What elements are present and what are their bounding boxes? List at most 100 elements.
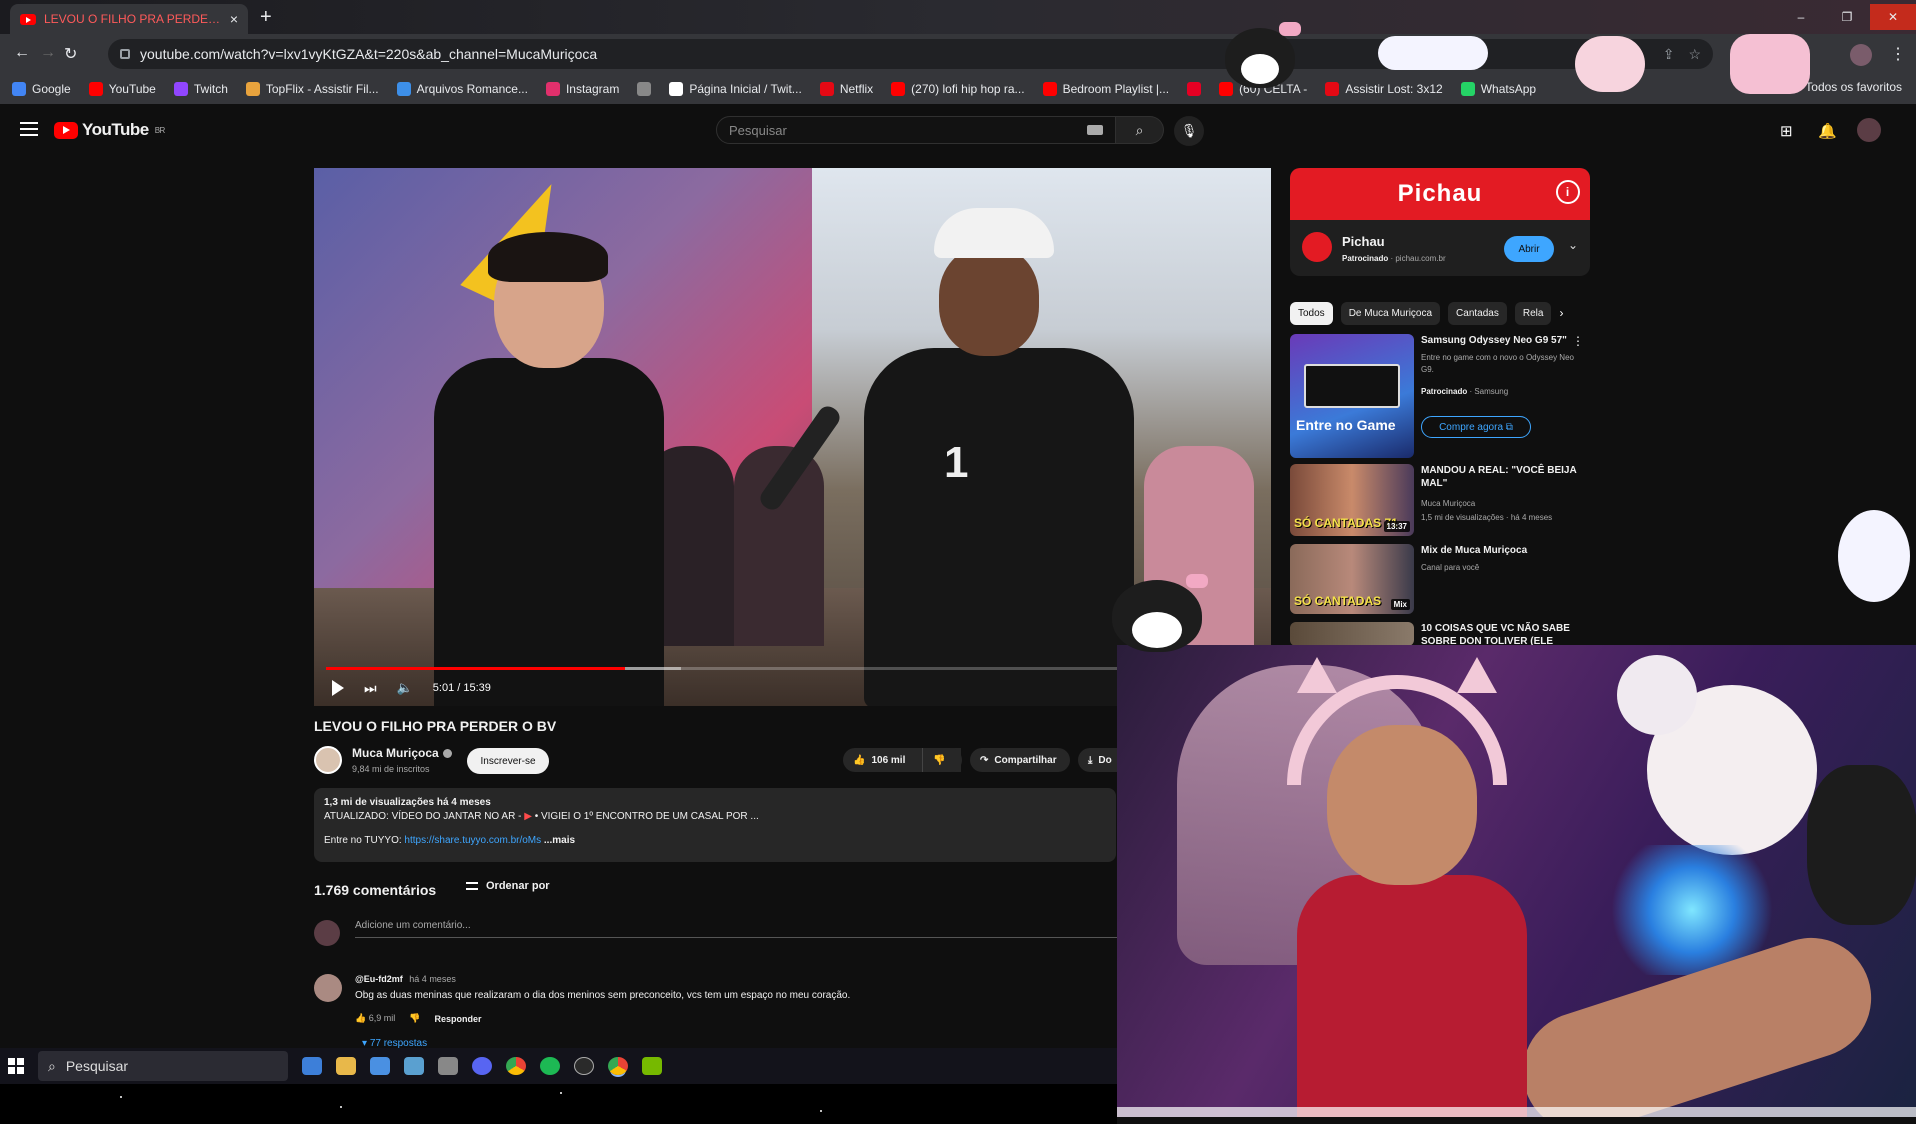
- chevron-down-icon[interactable]: ⌄: [1568, 238, 1578, 252]
- pichau-ad-card[interactable]: Pichau Patrocinado · pichau.com.br Abrir…: [1290, 220, 1590, 276]
- chrome-menu-icon[interactable]: ⋮: [1890, 44, 1906, 64]
- bookmark-item[interactable]: Arquivos Romance...: [396, 82, 528, 96]
- bookmark-item[interactable]: Bedroom Playlist |...: [1042, 82, 1170, 96]
- ad-info-icon[interactable]: i: [1556, 180, 1580, 204]
- comment-header: @Eu-fd2mf há 4 meses: [355, 974, 456, 984]
- pichau-ad-banner[interactable]: Pichau i: [1290, 168, 1590, 220]
- spotify-icon[interactable]: [540, 1057, 560, 1075]
- windows-start-icon[interactable]: [8, 1058, 24, 1074]
- printer-icon[interactable]: [438, 1057, 458, 1075]
- share-page-icon[interactable]: ⇪: [1663, 46, 1675, 63]
- profile-avatar[interactable]: [1850, 44, 1872, 66]
- bookmark-star-icon[interactable]: ☆: [1688, 46, 1701, 63]
- ad-open-button[interactable]: Abrir: [1504, 236, 1554, 262]
- search-input[interactable]: Pesquisar: [716, 116, 1116, 144]
- create-video-icon[interactable]: ⊞: [1780, 122, 1793, 140]
- dislike-button[interactable]: 👎: [922, 748, 962, 772]
- share-button[interactable]: ↷ Compartilhar: [970, 748, 1070, 772]
- volume-icon[interactable]: 🔈: [397, 680, 413, 696]
- video-thumbnail: [1290, 622, 1414, 646]
- browser-tab-active[interactable]: LEVOU O FILHO PRA PERDER O BV ×: [10, 4, 248, 34]
- bookmark-item[interactable]: [1187, 82, 1202, 96]
- chevron-right-icon[interactable]: ›: [1559, 302, 1563, 325]
- video-thumbnail: SÓ CANTADAS Mix: [1290, 544, 1414, 614]
- bookmark-item[interactable]: Assistir Lost: 3x12: [1325, 82, 1443, 96]
- bookmark-item[interactable]: TopFlix - Assistir Fil...: [245, 82, 379, 96]
- bookmark-item[interactable]: Google: [12, 82, 71, 96]
- webcam-overlay: [1117, 645, 1916, 1117]
- bookmark-item[interactable]: Twitch: [173, 82, 228, 96]
- next-video-icon[interactable]: ⏭: [364, 680, 377, 697]
- play-icon[interactable]: [332, 680, 344, 696]
- menu-icon[interactable]: [20, 122, 38, 136]
- voice-search-button[interactable]: 🎙: [1174, 116, 1204, 146]
- sort-comments-button[interactable]: Ordenar por: [466, 880, 550, 892]
- file-explorer-icon[interactable]: [302, 1057, 322, 1075]
- all-bookmarks-folder[interactable]: Todos os favoritos: [1805, 80, 1902, 94]
- recommendation-sponsored[interactable]: Entre no Game Samsung Odyssey Neo G9 57"…: [1290, 334, 1590, 460]
- channel-name-row[interactable]: Muca Muriçoca: [352, 746, 452, 760]
- maximize-button[interactable]: ❐: [1824, 4, 1870, 30]
- youtube-logo[interactable]: YouTube BR: [54, 120, 165, 140]
- search-button[interactable]: ⌕: [1116, 116, 1164, 144]
- discord-icon[interactable]: [472, 1057, 492, 1075]
- taskbar-search[interactable]: ⌕ Pesquisar: [38, 1051, 288, 1081]
- time-display: 5:01 / 15:39: [432, 682, 491, 694]
- reload-icon[interactable]: ↻: [64, 44, 77, 64]
- description-video-link[interactable]: • VIGIEI O 1º ENCONTRO DE UM CASAL POR .…: [535, 811, 759, 822]
- recommendation-meta: Entre no game com o novo o Odyssey Neo G…: [1421, 353, 1574, 374]
- recommendation-channel: Muca Muriçoca: [1421, 499, 1476, 508]
- more-options-icon[interactable]: ⋮: [1572, 334, 1584, 348]
- taskbar-search-label: Pesquisar: [65, 1058, 129, 1074]
- share-icon: ↷: [980, 754, 989, 766]
- channel-avatar[interactable]: [314, 746, 342, 774]
- bookmark-item[interactable]: (270) lofi hip hop ra...: [891, 82, 1025, 96]
- back-arrow-icon[interactable]: ←: [14, 44, 30, 62]
- bookmark-item[interactable]: Página Inicial / Twit...: [669, 82, 802, 96]
- bookmark-item[interactable]: Netflix: [819, 82, 873, 96]
- description-box[interactable]: 1,3 mi de visualizações há 4 meses ATUAL…: [314, 788, 1116, 862]
- comment-like-button[interactable]: 👍 6,9 mil: [355, 1013, 395, 1024]
- recommendation-video[interactable]: SÓ CANTADAS 71 13:37 MANDOU A REAL: "VOC…: [1290, 464, 1590, 536]
- photos-icon[interactable]: [404, 1057, 424, 1075]
- account-avatar[interactable]: [1857, 118, 1881, 142]
- sort-icon: [466, 882, 478, 890]
- recommendation-mix[interactable]: SÓ CANTADAS Mix Mix de Muca Muriçoca Can…: [1290, 544, 1590, 614]
- chrome-icon[interactable]: [506, 1057, 526, 1075]
- bookmark-item[interactable]: Instagram: [545, 82, 619, 96]
- chrome-active-icon[interactable]: [608, 1057, 628, 1075]
- notifications-bell-icon[interactable]: 🔔: [1818, 122, 1837, 140]
- bookmark-item[interactable]: [637, 82, 652, 96]
- recommendation-video[interactable]: 10 COISAS QUE VC NÃO SABE SOBRE DON TOLI…: [1290, 622, 1590, 647]
- minimize-button[interactable]: –: [1778, 4, 1824, 30]
- monitor-icon[interactable]: [370, 1057, 390, 1075]
- comment-author[interactable]: @Eu-fd2mf: [355, 974, 403, 984]
- chip-related[interactable]: Rela: [1514, 302, 1552, 325]
- steam-icon[interactable]: [574, 1057, 594, 1075]
- close-window-button[interactable]: ✕: [1870, 4, 1916, 30]
- comment-dislike-icon[interactable]: 👎: [409, 1013, 420, 1024]
- buy-now-button[interactable]: Compre agora ⧉: [1421, 416, 1531, 438]
- chip-all[interactable]: Todos: [1290, 302, 1333, 325]
- youtube-icon: [891, 82, 906, 96]
- chip-channel[interactable]: De Muca Muriçoca: [1340, 302, 1441, 325]
- show-more-link[interactable]: ...mais: [544, 835, 575, 846]
- bookmark-label: Bedroom Playlist |...: [1062, 82, 1170, 96]
- nvidia-icon[interactable]: [642, 1057, 662, 1075]
- keyboard-icon[interactable]: [1087, 125, 1103, 135]
- comment-avatar[interactable]: [314, 974, 342, 1002]
- chip-cantadas[interactable]: Cantadas: [1448, 302, 1507, 325]
- search-icon: ⌕: [1135, 121, 1144, 138]
- new-tab-button[interactable]: +: [260, 6, 272, 29]
- forward-arrow-icon[interactable]: →: [40, 44, 56, 62]
- bookmark-item[interactable]: YouTube: [88, 82, 156, 96]
- subscribe-button[interactable]: Inscrever-se: [467, 748, 549, 774]
- channel-name[interactable]: Muca Muriçoca: [352, 746, 439, 760]
- folder-icon[interactable]: [336, 1057, 356, 1075]
- tab-close-icon[interactable]: ×: [230, 11, 238, 27]
- bookmark-item[interactable]: WhatsApp: [1460, 82, 1536, 96]
- download-button[interactable]: ⤓ Do: [1078, 748, 1117, 772]
- add-comment-input[interactable]: Adicione um comentário...: [355, 920, 1117, 938]
- tuyyo-link[interactable]: https://share.tuyyo.com.br/oMs: [404, 835, 541, 846]
- reply-button[interactable]: Responder: [434, 1014, 481, 1024]
